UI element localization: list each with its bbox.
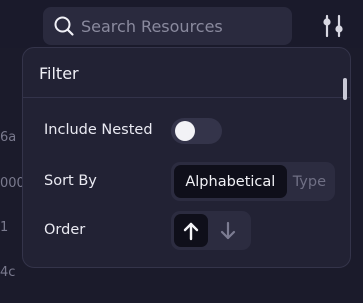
search-icon <box>54 16 74 36</box>
order-ascending-button[interactable] <box>174 214 208 247</box>
divider <box>23 97 350 98</box>
search-input[interactable] <box>81 16 281 36</box>
arrow-up-icon <box>183 222 199 240</box>
search-bar[interactable] <box>43 7 292 45</box>
order-selector <box>171 211 251 250</box>
resource-id: 1 <box>0 220 9 235</box>
sort-option-alphabetical[interactable]: Alphabetical <box>174 165 287 198</box>
order-label: Order <box>44 222 86 238</box>
resource-id: 6a <box>0 130 17 145</box>
filter-button[interactable] <box>318 12 348 40</box>
sort-by-selector: Alphabetical Type <box>171 162 335 201</box>
include-nested-label: Include Nested <box>44 122 153 138</box>
filter-title: Filter <box>39 64 79 83</box>
filter-panel: Filter Include Nested Sort By Alphabetic… <box>22 47 351 268</box>
include-nested-toggle[interactable] <box>171 118 222 144</box>
sort-by-label: Sort By <box>44 173 97 189</box>
sort-option-type[interactable]: Type <box>287 165 332 198</box>
resource-id: 4c <box>0 265 16 280</box>
arrow-down-icon <box>220 221 236 239</box>
sliders-icon <box>323 14 343 38</box>
toggle-knob <box>175 121 195 141</box>
order-descending-button[interactable] <box>211 214 245 247</box>
scrollbar[interactable] <box>343 78 347 100</box>
